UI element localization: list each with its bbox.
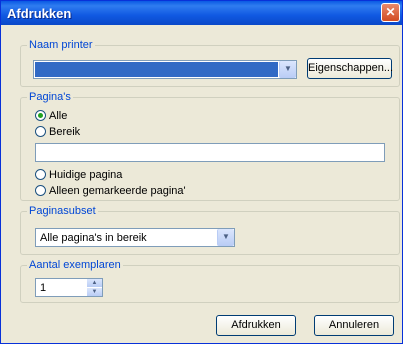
subset-select[interactable]: Alle pagina's in bereik ▼ bbox=[35, 228, 235, 247]
subset-dropdown-button[interactable]: ▼ bbox=[217, 229, 234, 246]
spin-up-button[interactable]: ▲ bbox=[87, 279, 102, 287]
copies-value: 1 bbox=[40, 282, 47, 294]
title-bar[interactable]: Afdrukken ✕ bbox=[1, 1, 402, 25]
close-button[interactable]: ✕ bbox=[381, 3, 400, 22]
pages-group: Pagina's Alle Bereik Huidige pagina Alle… bbox=[20, 91, 400, 201]
printer-selected-highlight bbox=[35, 62, 278, 77]
cancel-button[interactable]: Annuleren bbox=[314, 315, 394, 336]
radio-label: Huidige pagina bbox=[49, 169, 123, 181]
print-button[interactable]: Afdrukken bbox=[216, 315, 296, 336]
subset-legend: Paginasubset bbox=[27, 205, 98, 217]
radio-button[interactable] bbox=[35, 169, 46, 180]
radio-button[interactable] bbox=[35, 110, 46, 121]
chevron-up-icon: ▲ bbox=[91, 280, 98, 286]
print-dialog: Afdrukken ✕ Naam printer ▼ Eigenschappen… bbox=[0, 0, 403, 344]
radio-label: Alleen gemarkeerde pagina' bbox=[49, 185, 186, 197]
copies-legend: Aantal exemplaren bbox=[27, 259, 123, 271]
window-title: Afdrukken bbox=[7, 6, 72, 21]
printer-legend: Naam printer bbox=[27, 39, 95, 51]
printer-select[interactable]: ▼ bbox=[33, 60, 297, 79]
range-input[interactable] bbox=[35, 143, 385, 162]
properties-button[interactable]: Eigenschappen... bbox=[307, 58, 393, 79]
chevron-down-icon: ▼ bbox=[284, 64, 292, 73]
printer-group: Naam printer ▼ Eigenschappen... bbox=[20, 39, 400, 87]
subset-group: Paginasubset Alle pagina's in bereik ▼ bbox=[20, 205, 400, 255]
radio-button[interactable] bbox=[35, 126, 46, 137]
radio-button[interactable] bbox=[35, 185, 46, 196]
chevron-down-icon: ▼ bbox=[222, 232, 230, 241]
copies-group: Aantal exemplaren 1 ▲ ▼ bbox=[20, 259, 400, 303]
copies-spinner[interactable]: 1 ▲ ▼ bbox=[35, 278, 103, 297]
radio-selected-dot bbox=[38, 113, 43, 118]
spinner-buttons: ▲ ▼ bbox=[87, 279, 102, 296]
close-icon: ✕ bbox=[385, 5, 396, 19]
radio-label: Alle bbox=[49, 110, 68, 122]
radio-label: Bereik bbox=[49, 126, 81, 138]
subset-selected-value: Alle pagina's in bereik bbox=[40, 232, 147, 244]
printer-dropdown-button[interactable]: ▼ bbox=[279, 61, 296, 78]
chevron-down-icon: ▼ bbox=[91, 289, 98, 295]
pages-legend: Pagina's bbox=[27, 91, 73, 103]
spin-down-button[interactable]: ▼ bbox=[87, 288, 102, 296]
